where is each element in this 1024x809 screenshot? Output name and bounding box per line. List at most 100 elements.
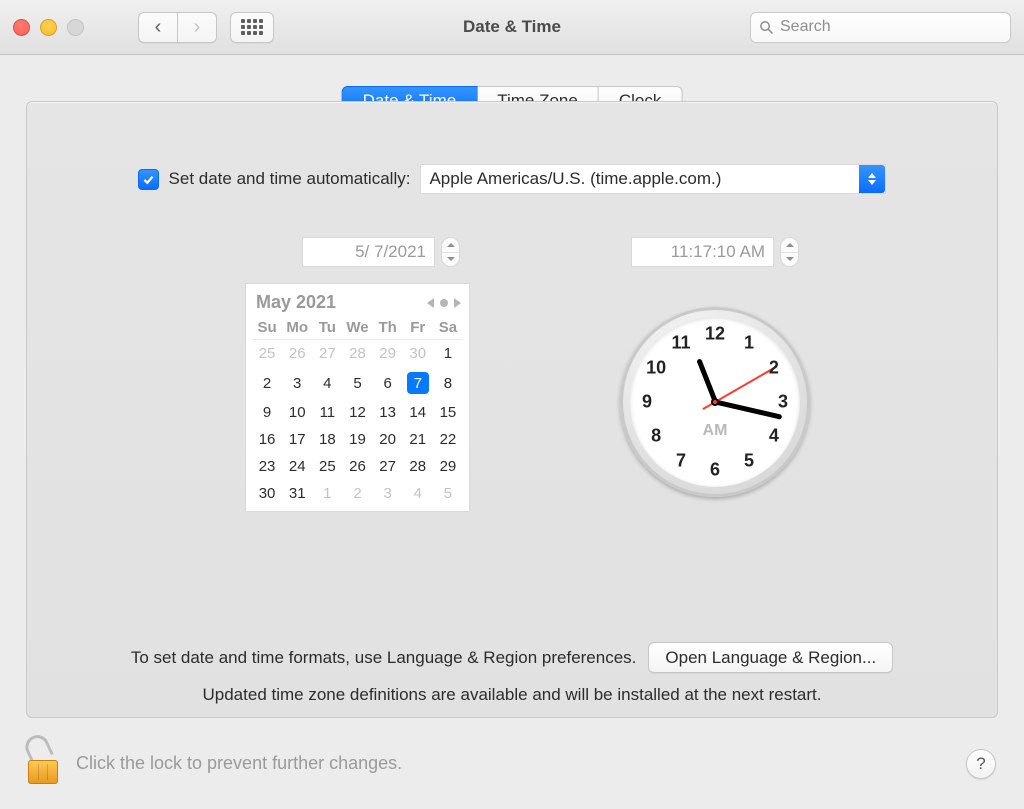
calendar-day[interactable]: 25	[312, 453, 342, 480]
weekday-label: Th	[373, 317, 403, 340]
time-field[interactable]: 11:17:10 AM	[631, 237, 774, 267]
lock-label: Click the lock to prevent further change…	[76, 753, 402, 774]
settings-pane: Set date and time automatically: Apple A…	[26, 101, 998, 718]
calendar: May 2021 SuMoTuWeThFrSa 2526272829301234…	[245, 283, 470, 512]
auto-time-row: Set date and time automatically: Apple A…	[27, 164, 997, 194]
search-icon	[759, 20, 774, 35]
weekday-label: Mo	[282, 317, 312, 340]
time-server-value: Apple Americas/U.S. (time.apple.com.)	[429, 169, 721, 189]
forward-button[interactable]: ›	[177, 12, 217, 43]
dropdown-caret-icon	[859, 165, 885, 193]
time-server-combo[interactable]: Apple Americas/U.S. (time.apple.com.)	[420, 164, 886, 194]
open-language-region-button[interactable]: Open Language & Region...	[648, 642, 893, 673]
date-column: 5/ 7/2021 May 2021 SuMoTuWeThFrSa	[245, 237, 460, 512]
stepper-down[interactable]	[781, 253, 798, 267]
weekday-label: Sa	[433, 317, 463, 340]
calendar-day[interactable]: 26	[282, 340, 312, 368]
calendar-day[interactable]: 3	[373, 480, 403, 507]
calendar-day[interactable]: 16	[252, 426, 282, 453]
analog-clock: AM 123456789101112	[620, 307, 810, 497]
stepper-up[interactable]	[442, 238, 459, 253]
calendar-day[interactable]: 30	[403, 340, 433, 368]
calendar-day[interactable]: 2	[342, 480, 372, 507]
clock-numeral: 3	[778, 392, 788, 413]
show-all-button[interactable]	[230, 12, 274, 43]
calendar-day[interactable]: 4	[403, 480, 433, 507]
clock-numeral: 8	[651, 426, 661, 447]
calendar-day[interactable]: 25	[252, 340, 282, 368]
calendar-day[interactable]: 29	[373, 340, 403, 368]
weekday-label: Tu	[312, 317, 342, 340]
calendar-day[interactable]: 7	[403, 367, 433, 399]
calendar-prev-icon[interactable]	[427, 298, 434, 308]
clock-numeral: 7	[676, 450, 686, 471]
calendar-next-icon[interactable]	[454, 298, 461, 308]
calendar-day[interactable]: 4	[312, 367, 342, 399]
calendar-day[interactable]: 1	[312, 480, 342, 507]
timezone-update-note: Updated time zone definitions are availa…	[27, 685, 997, 705]
close-button[interactable]	[13, 19, 30, 36]
calendar-day[interactable]: 24	[282, 453, 312, 480]
calendar-day[interactable]: 30	[252, 480, 282, 507]
lock-icon[interactable]	[28, 744, 58, 784]
time-stepper[interactable]	[780, 237, 799, 267]
date-field-value: 5/ 7/2021	[355, 242, 426, 262]
calendar-day[interactable]: 22	[433, 426, 463, 453]
calendar-nav	[427, 298, 461, 308]
calendar-day[interactable]: 31	[282, 480, 312, 507]
calendar-day[interactable]: 12	[342, 399, 372, 426]
calendar-day[interactable]: 17	[282, 426, 312, 453]
calendar-day[interactable]: 28	[342, 340, 372, 368]
minimize-button[interactable]	[40, 19, 57, 36]
date-field[interactable]: 5/ 7/2021	[302, 237, 435, 267]
time-field-value: 11:17:10 AM	[671, 242, 765, 262]
calendar-day[interactable]: 23	[252, 453, 282, 480]
grid-icon	[241, 19, 263, 35]
clock-numeral: 2	[769, 358, 779, 379]
search-field[interactable]: Search	[750, 12, 1011, 43]
calendar-today-icon[interactable]	[440, 299, 448, 307]
formats-label: To set date and time formats, use Langua…	[131, 648, 637, 668]
calendar-day[interactable]: 3	[282, 367, 312, 399]
footer: Click the lock to prevent further change…	[0, 718, 1024, 809]
calendar-day[interactable]: 11	[312, 399, 342, 426]
calendar-day[interactable]: 27	[312, 340, 342, 368]
calendar-day[interactable]: 2	[252, 367, 282, 399]
checkmark-icon	[142, 173, 155, 186]
calendar-day[interactable]: 20	[373, 426, 403, 453]
calendar-day[interactable]: 19	[342, 426, 372, 453]
calendar-day[interactable]: 10	[282, 399, 312, 426]
calendar-day[interactable]: 1	[433, 340, 463, 368]
calendar-day[interactable]: 6	[373, 367, 403, 399]
calendar-day[interactable]: 5	[433, 480, 463, 507]
calendar-day[interactable]: 29	[433, 453, 463, 480]
clock-numeral: 9	[642, 392, 652, 413]
calendar-day[interactable]: 13	[373, 399, 403, 426]
clock-numeral: 12	[705, 324, 725, 345]
calendar-day[interactable]: 8	[433, 367, 463, 399]
window-titlebar: ‹ › Date & Time Search	[0, 0, 1024, 55]
clock-numeral: 10	[646, 358, 666, 379]
calendar-day[interactable]: 9	[252, 399, 282, 426]
weekday-label: Su	[252, 317, 282, 340]
calendar-day[interactable]: 28	[403, 453, 433, 480]
time-column: 11:17:10 AM AM 123456789101112	[605, 237, 825, 497]
calendar-day[interactable]: 26	[342, 453, 372, 480]
calendar-day[interactable]: 5	[342, 367, 372, 399]
content-area: Date & Time Time Zone Clock Set date and…	[0, 54, 1024, 809]
date-stepper[interactable]	[441, 237, 460, 267]
auto-time-checkbox[interactable]	[138, 169, 159, 190]
zoom-button[interactable]	[67, 19, 84, 36]
clock-numeral: 11	[671, 333, 690, 354]
help-button[interactable]: ?	[966, 749, 996, 779]
back-button[interactable]: ‹	[138, 12, 177, 43]
hour-hand	[696, 358, 718, 403]
auto-time-label: Set date and time automatically:	[169, 169, 411, 189]
calendar-day[interactable]: 21	[403, 426, 433, 453]
calendar-day[interactable]: 14	[403, 399, 433, 426]
stepper-down[interactable]	[442, 253, 459, 267]
stepper-up[interactable]	[781, 238, 798, 253]
calendar-day[interactable]: 27	[373, 453, 403, 480]
calendar-day[interactable]: 15	[433, 399, 463, 426]
calendar-day[interactable]: 18	[312, 426, 342, 453]
